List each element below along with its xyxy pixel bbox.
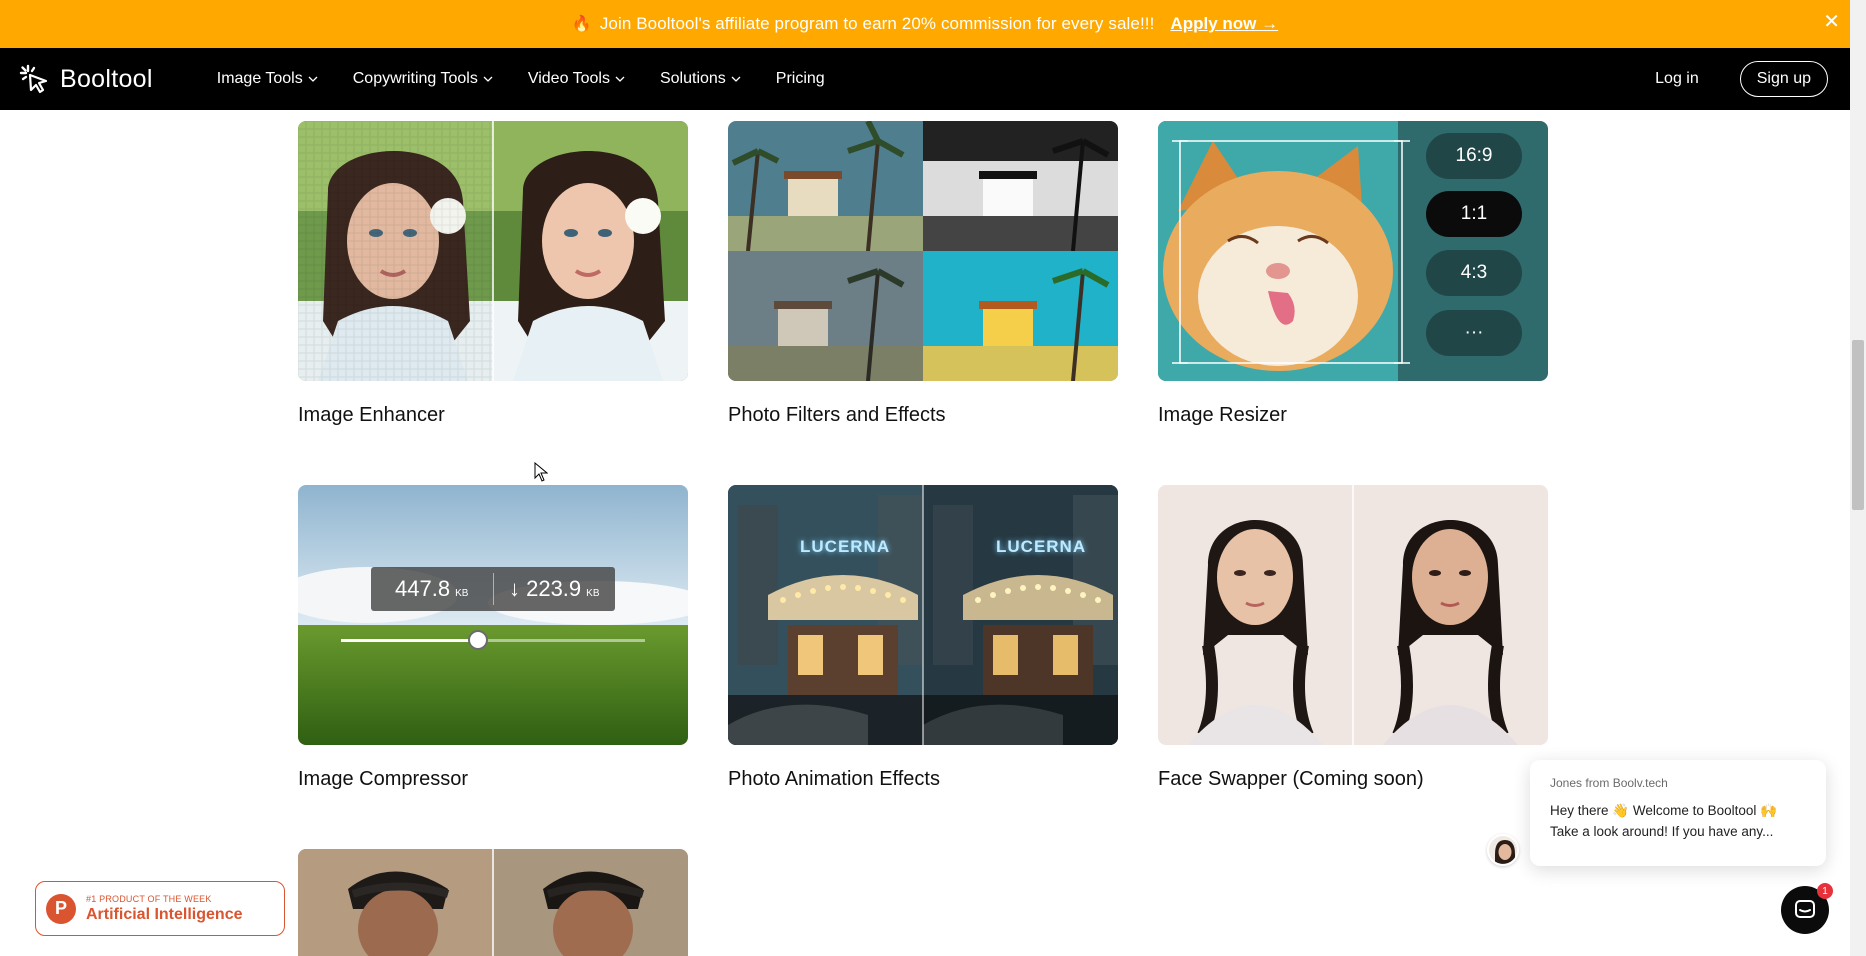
product-hunt-icon: P [46,893,76,924]
badge-text: #1 PRODUCT OF THE WEEK Artificial Intell… [86,894,242,924]
tool-title[interactable]: Face Swapper (Coming soon) [1158,768,1548,791]
compressed-size-value: ↓ 223.9 [508,576,582,601]
man-preview-image [298,849,688,956]
filters-preview-image [728,121,1118,381]
menu-solutions[interactable]: Solutions [660,70,741,88]
face-swapper-thumbnail[interactable] [1158,485,1548,745]
booltool-logo-icon [19,64,48,94]
menu-label: Pricing [775,70,825,87]
fire-icon: 🔥 [571,16,592,33]
size-unit: KB [586,588,600,599]
badge-subtitle: #1 PRODUCT OF THE WEEK [86,893,212,904]
size-unit: KB [455,588,469,599]
menu-video-tools[interactable]: Video Tools [528,70,625,88]
product-hunt-badge[interactable]: P #1 PRODUCT OF THE WEEK Artificial Inte… [35,881,285,936]
chevron-down-icon [615,76,625,82]
auth-actions: Log in Sign up [1655,61,1828,97]
more-ratios-option[interactable]: ··· [1426,310,1522,356]
menu-label: Solutions [659,70,726,87]
ratio-16-9-option[interactable]: 16:9 [1426,133,1522,179]
tool-card-image-compressor[interactable]: 447.8 KB ↓ 223.9 KB Image Compressor [298,485,688,791]
menu-label: Image Tools [216,70,303,87]
scrollbar-thumb[interactable] [1852,340,1864,510]
lucerna-sign-right: LUCERNA [996,537,1087,556]
agent-avatar-image [1489,836,1517,864]
chat-line-2: Take a look around! If you have any... [1550,824,1774,839]
menu-copywriting-tools[interactable]: Copywriting Tools [353,70,493,88]
photo-filters-thumbnail[interactable] [728,121,1118,381]
chat-line-1: Hey there 👋 Welcome to Booltool 🙌 [1550,803,1777,818]
chat-icon [1795,900,1815,918]
ratio-4-3-option[interactable]: 4:3 [1426,250,1522,296]
theater-preview-image [728,485,1118,745]
affiliate-message: Join Booltool's affiliate program to ear… [599,14,1155,33]
affiliate-banner: 🔥 Join Booltool's affiliate program to e… [0,0,1850,48]
tool-title[interactable]: Photo Filters and Effects [728,404,1118,427]
slider-handle[interactable] [467,630,488,650]
apply-now-link[interactable]: Apply now → [1170,14,1278,34]
chevron-down-icon [308,76,318,82]
chevron-down-icon [483,76,493,82]
tool-card-image-enhancer[interactable]: Image Enhancer [298,121,688,427]
brand-logo[interactable]: Booltool [18,63,153,95]
brand-name: Booltool [60,64,153,93]
image-resizer-thumbnail[interactable]: 16:9 1:1 4:3 ··· [1158,121,1548,381]
tool-title[interactable]: Photo Animation Effects [728,768,1118,791]
chat-launcher-button[interactable]: 1 [1781,883,1833,934]
unread-count-badge: 1 [1817,883,1833,899]
tool-title[interactable]: Image Enhancer [298,404,688,427]
image-enhancer-thumbnail[interactable] [298,121,688,381]
menu-image-tools[interactable]: Image Tools [217,70,318,88]
page: 🔥 Join Booltool's affiliate program to e… [0,0,1866,956]
badge-title: Artificial Intelligence [86,905,243,923]
compression-size-readout: 447.8 KB ↓ 223.9 KB [371,567,615,611]
original-size: 447.8 KB [371,576,493,602]
menu-label: Copywriting Tools [352,70,478,87]
tool-card-partial[interactable] [298,849,688,956]
tool-title[interactable]: Image Compressor [298,768,688,791]
lucerna-sign-left: LUCERNA [800,537,891,556]
main-menu: Image Tools Copywriting Tools Video Tool… [217,70,860,88]
photo-animation-thumbnail[interactable]: LUCERNA LUCERNA [728,485,1118,745]
quality-slider[interactable] [341,630,645,650]
close-icon[interactable]: ✕ [1823,12,1840,32]
chat-sender: Jones from Boolv.tech [1550,776,1668,790]
chevron-down-icon [731,76,741,82]
mouse-cursor-icon [534,462,548,482]
enhancer-preview-image [298,121,688,381]
page-scrollbar[interactable] [1850,0,1866,956]
partial-thumbnail[interactable] [298,849,688,956]
tool-card-photo-filters[interactable]: Photo Filters and Effects [728,121,1118,427]
signup-button[interactable]: Sign up [1739,61,1828,97]
face-swap-preview-image [1158,485,1548,745]
login-link[interactable]: Log in [1655,70,1699,88]
tool-title[interactable]: Image Resizer [1158,404,1548,427]
tool-card-photo-animation[interactable]: LUCERNA LUCERNA Photo Animation Effects [728,485,1118,791]
menu-label: Video Tools [527,70,610,87]
slider-fill [341,639,478,642]
compressed-size: ↓ 223.9 KB [494,576,616,602]
top-navbar: Booltool Image Tools Copywriting Tools V… [0,48,1850,110]
chat-message-preview[interactable]: Jones from Boolv.tech Hey there 👋 Welcom… [1530,760,1826,866]
menu-pricing[interactable]: Pricing [776,70,825,88]
chat-message: Hey there 👋 Welcome to Booltool 🙌 Take a… [1550,800,1806,842]
ratio-1-1-option[interactable]: 1:1 [1426,191,1522,237]
original-size-value: 447.8 [395,576,451,601]
tool-card-image-resizer[interactable]: 16:9 1:1 4:3 ··· Image Resizer [1158,121,1548,427]
field-preview-image [298,485,688,745]
image-compressor-thumbnail[interactable]: 447.8 KB ↓ 223.9 KB [298,485,688,745]
tool-card-face-swapper[interactable]: Face Swapper (Coming soon) [1158,485,1548,791]
agent-avatar [1487,834,1519,866]
